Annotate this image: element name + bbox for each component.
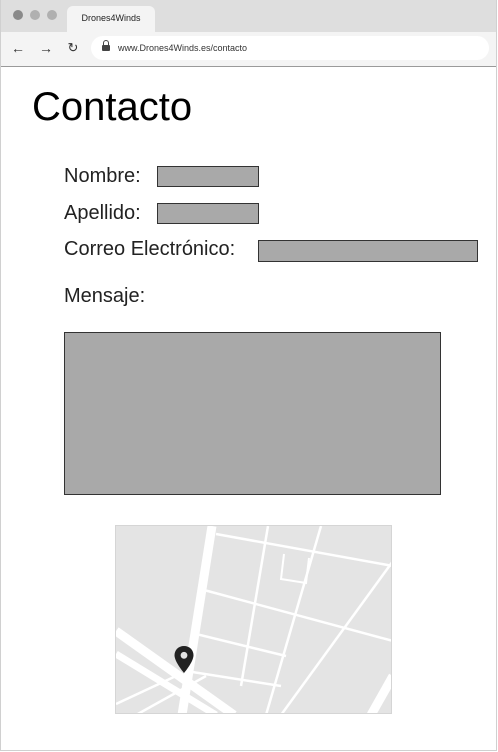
reload-icon[interactable]: ↻	[64, 39, 82, 57]
address-bar-url: www.Drones4Winds.es/contacto	[118, 43, 248, 53]
address-bar[interactable]: www.Drones4Winds.es/contacto	[91, 36, 489, 60]
map-pin-icon[interactable]	[174, 646, 194, 674]
nombre-input[interactable]	[157, 166, 259, 187]
correo-input[interactable]	[258, 240, 478, 262]
minimize-window-icon[interactable]	[30, 10, 40, 20]
correo-label: Correo Electrónico:	[64, 238, 236, 260]
browser-window: Drones4Winds ← → ↻ www.Drones4Winds.es/c…	[0, 0, 497, 751]
tab-title: Drones4Winds	[81, 13, 141, 23]
mensaje-label: Mensaje:	[64, 285, 146, 307]
apellido-input[interactable]	[157, 203, 259, 224]
apellido-label: Apellido:	[64, 202, 141, 224]
map-streets	[116, 526, 391, 713]
nombre-label: Nombre:	[64, 165, 141, 187]
browser-toolbar: ← → ↻ www.Drones4Winds.es/contacto	[1, 32, 496, 67]
location-map[interactable]	[115, 525, 392, 714]
back-arrow-icon[interactable]: ←	[9, 39, 27, 57]
title-bar: Drones4Winds	[1, 0, 496, 32]
forward-arrow-icon[interactable]: →	[37, 39, 55, 57]
page-title: Contacto	[32, 85, 193, 129]
maximize-window-icon[interactable]	[47, 10, 57, 20]
mensaje-textarea[interactable]	[64, 332, 441, 495]
close-window-icon[interactable]	[13, 10, 23, 20]
lock-icon	[102, 40, 110, 52]
browser-tab[interactable]: Drones4Winds	[67, 6, 155, 32]
